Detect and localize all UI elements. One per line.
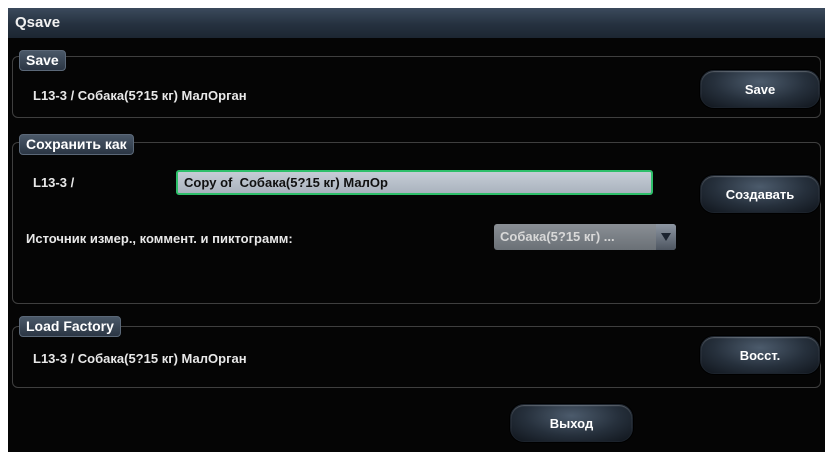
save-as-prefix: L13-3 /: [33, 175, 75, 190]
exit-button[interactable]: Выход: [510, 404, 633, 442]
source-dropdown[interactable]: Собака(5?15 кг) ...: [494, 224, 676, 250]
source-dropdown-value: Собака(5?15 кг) ...: [500, 229, 615, 244]
save-group-legend: Save: [19, 50, 66, 71]
preset-name-input[interactable]: [176, 170, 653, 195]
triangle-down-icon[interactable]: [656, 224, 676, 250]
create-button[interactable]: Создавать: [700, 175, 820, 213]
dialog-title: Qsave: [8, 8, 825, 38]
load-factory-group-legend: Load Factory: [19, 316, 121, 337]
save-as-group: [12, 142, 821, 304]
save-as-group-legend: Сохранить как: [19, 134, 134, 155]
load-factory-preset-path: L13-3 / Собака(5?15 кг) МалОрган: [33, 351, 247, 366]
source-label: Источник измер., коммент. и пиктограмм:: [26, 231, 293, 246]
restore-button[interactable]: Восст.: [700, 336, 820, 374]
save-button[interactable]: Save: [700, 70, 820, 108]
qsave-dialog: Qsave Save L13-3 / Собака(5?15 кг) МалОр…: [8, 8, 825, 452]
save-preset-path: L13-3 / Собака(5?15 кг) МалОрган: [33, 88, 247, 103]
